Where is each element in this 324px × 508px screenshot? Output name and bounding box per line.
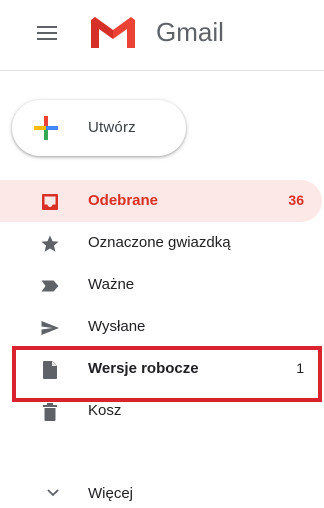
sidebar-item-starred[interactable]: Oznaczone gwiazdką	[0, 222, 324, 264]
drafts-count: 1	[296, 360, 304, 376]
sidebar-item-label: Wysłane	[88, 318, 146, 335]
sidebar-item-label: Ważne	[88, 276, 135, 293]
sidebar-item-inbox[interactable]: Odebrane 36	[0, 180, 324, 222]
sidebar-item-label: Wersje robocze	[88, 360, 199, 377]
main-menu-icon[interactable]	[34, 22, 64, 44]
header-divider	[0, 70, 324, 71]
send-icon	[41, 321, 59, 335]
sidebar-nav: Odebrane 36 Oznaczone gwiazdką Ważne Wys…	[0, 180, 324, 432]
compose-button[interactable]: Utwórz	[12, 100, 186, 156]
compose-label: Utwórz	[88, 119, 136, 136]
gmail-logo-icon[interactable]	[88, 14, 138, 50]
sidebar-item-label: Więcej	[88, 485, 134, 502]
gmail-sidebar: Gmail Utwórz Odebrane 36 Oznaczone gwiaz…	[0, 0, 324, 508]
trash-icon	[43, 403, 57, 421]
sidebar-item-important[interactable]: Ważne	[0, 264, 324, 306]
inbox-icon	[42, 194, 58, 210]
header: Gmail	[0, 0, 324, 68]
sidebar-item-label: Odebrane	[88, 192, 159, 209]
app-name: Gmail	[156, 17, 224, 47]
sidebar-item-label: Kosz	[88, 402, 122, 419]
star-icon	[41, 235, 59, 252]
unread-count: 36	[288, 192, 304, 208]
sidebar-item-label: Oznaczone gwiazdką	[88, 234, 231, 251]
important-icon	[41, 280, 59, 292]
sidebar-item-sent[interactable]: Wysłane	[0, 306, 324, 348]
plus-icon	[34, 116, 58, 140]
sidebar-item-more[interactable]: Więcej	[0, 482, 324, 508]
sidebar-item-drafts[interactable]: Wersje robocze 1	[0, 348, 324, 390]
sidebar-item-trash[interactable]: Kosz	[0, 390, 324, 432]
draft-icon	[43, 361, 57, 379]
chevron-down-icon	[47, 489, 59, 497]
